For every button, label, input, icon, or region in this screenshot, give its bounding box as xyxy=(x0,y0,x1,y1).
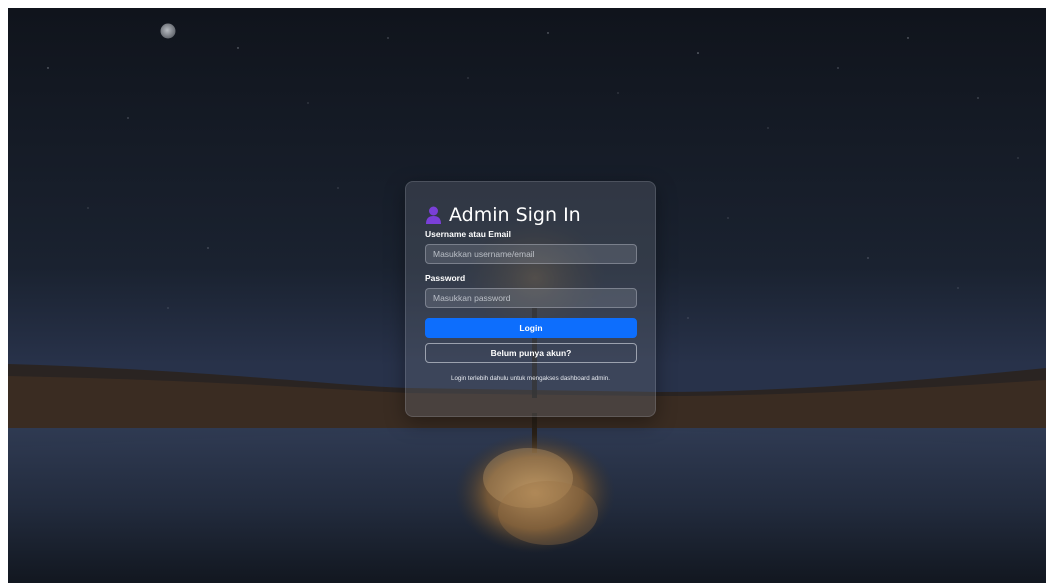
password-input[interactable] xyxy=(425,288,637,308)
username-input[interactable] xyxy=(425,244,637,264)
user-icon xyxy=(426,206,441,224)
login-card: Admin Sign In Username atau Email Passwo… xyxy=(405,181,656,417)
moon xyxy=(160,23,176,39)
username-label: Username atau Email xyxy=(425,229,511,239)
password-label: Password xyxy=(425,273,466,283)
login-button[interactable]: Login xyxy=(425,318,637,338)
login-helper-text: Login terlebih dahulu untuk mengakses da… xyxy=(451,375,610,382)
register-button[interactable]: Belum punya akun? xyxy=(425,343,637,363)
page-title: Admin Sign In xyxy=(449,204,581,226)
card-header: Admin Sign In xyxy=(425,204,636,226)
page-viewport: Admin Sign In Username atau Email Passwo… xyxy=(8,8,1046,583)
